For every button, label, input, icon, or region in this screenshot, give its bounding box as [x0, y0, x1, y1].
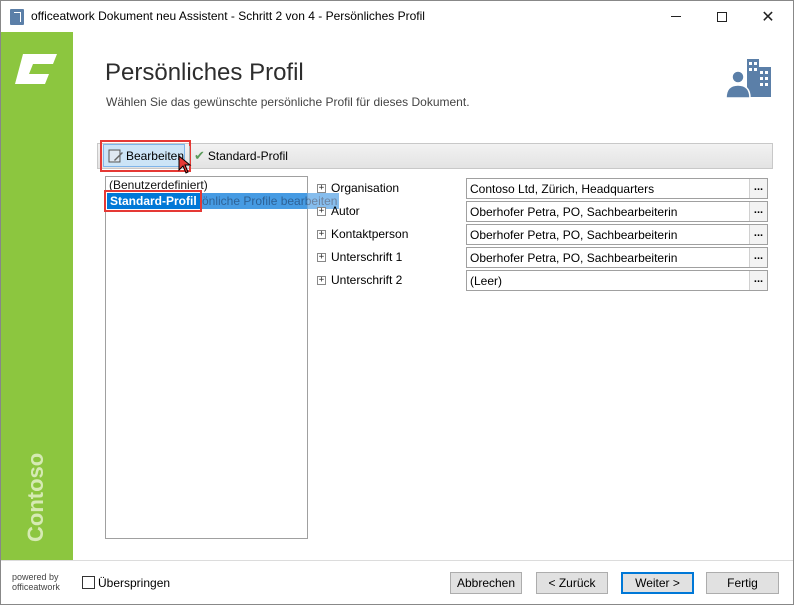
- property-label: Organisation: [331, 181, 400, 195]
- mouse-cursor-icon: [178, 155, 192, 174]
- back-button[interactable]: < Zurück: [536, 572, 608, 594]
- skip-label[interactable]: Überspringen: [98, 576, 170, 590]
- property-row-organisation[interactable]: + Organisation: [317, 180, 399, 196]
- autor-field[interactable]: Oberhofer Petra, PO, Sachbearbeiterin ..…: [466, 201, 768, 222]
- window-title: officeatwork Dokument neu Assistent - Sc…: [31, 9, 425, 23]
- property-value: Oberhofer Petra, PO, Sachbearbeiterin: [470, 251, 678, 265]
- expand-icon[interactable]: +: [317, 183, 326, 193]
- standard-highlight-frame: [104, 190, 202, 212]
- browse-button[interactable]: ...: [749, 271, 767, 290]
- standard-profile-button[interactable]: ✔ Standard-Profil: [194, 147, 288, 165]
- wizard-window: officeatwork Dokument neu Assistent - Sc…: [0, 0, 794, 605]
- page-title: Persönliches Profil: [105, 59, 304, 86]
- browse-button[interactable]: ...: [749, 225, 767, 244]
- expand-icon[interactable]: +: [317, 275, 326, 285]
- property-value: Oberhofer Petra, PO, Sachbearbeiterin: [470, 228, 678, 242]
- page-subtitle: Wählen Sie das gewünschte persönliche Pr…: [106, 95, 470, 109]
- property-value: (Leer): [470, 274, 503, 288]
- footer-divider: [1, 560, 793, 561]
- maximize-button[interactable]: [699, 1, 745, 32]
- property-row-autor[interactable]: + Autor: [317, 203, 360, 219]
- property-label: Kontaktperson: [331, 227, 409, 241]
- browse-button[interactable]: ...: [749, 202, 767, 221]
- property-value: Contoso Ltd, Zürich, Headquarters: [470, 182, 655, 196]
- powered-line-2: officeatwork: [12, 582, 60, 592]
- skip-checkbox[interactable]: [82, 576, 95, 589]
- brand-vertical-text: Contoso: [23, 452, 48, 542]
- standard-profile-label: Standard-Profil: [207, 149, 288, 163]
- close-icon: ✕: [761, 6, 775, 26]
- property-row-kontaktperson[interactable]: + Kontaktperson: [317, 226, 408, 242]
- property-row-unterschrift-1[interactable]: + Unterschrift 1: [317, 249, 402, 265]
- close-button[interactable]: ✕: [745, 1, 791, 32]
- expand-icon[interactable]: +: [317, 206, 326, 216]
- expand-icon[interactable]: +: [317, 229, 326, 239]
- powered-line-1: powered by: [12, 572, 59, 582]
- title-bar: officeatwork Dokument neu Assistent - Sc…: [1, 1, 793, 32]
- browse-button[interactable]: ...: [749, 179, 767, 198]
- powered-by-text: powered by officeatwork: [12, 572, 60, 592]
- kontaktperson-field[interactable]: Oberhofer Petra, PO, Sachbearbeiterin ..…: [466, 224, 768, 245]
- profile-list[interactable]: [105, 176, 308, 539]
- checkmark-icon: ✔: [194, 148, 205, 164]
- unterschrift-2-field[interactable]: (Leer) ...: [466, 270, 768, 291]
- maximize-icon: [717, 11, 727, 22]
- unterschrift-1-field[interactable]: Oberhofer Petra, PO, Sachbearbeiterin ..…: [466, 247, 768, 268]
- expand-icon[interactable]: +: [317, 252, 326, 262]
- property-label: Autor: [331, 204, 360, 218]
- person-building-icon: [725, 59, 771, 99]
- browse-button[interactable]: ...: [749, 248, 767, 267]
- finish-button[interactable]: Fertig: [706, 572, 779, 594]
- app-icon: [10, 9, 24, 25]
- minimize-icon: [671, 16, 681, 17]
- next-button[interactable]: Weiter >: [621, 572, 694, 594]
- property-label: Unterschrift 1: [331, 250, 403, 264]
- property-label: Unterschrift 2: [331, 273, 403, 287]
- cancel-button[interactable]: Abbrechen: [450, 572, 522, 594]
- organisation-field[interactable]: Contoso Ltd, Zürich, Headquarters ...: [466, 178, 768, 199]
- property-row-unterschrift-2[interactable]: + Unterschrift 2: [317, 272, 402, 288]
- minimize-button[interactable]: [653, 1, 699, 32]
- contoso-logo-icon: [15, 54, 57, 84]
- property-value: Oberhofer Petra, PO, Sachbearbeiterin: [470, 205, 678, 219]
